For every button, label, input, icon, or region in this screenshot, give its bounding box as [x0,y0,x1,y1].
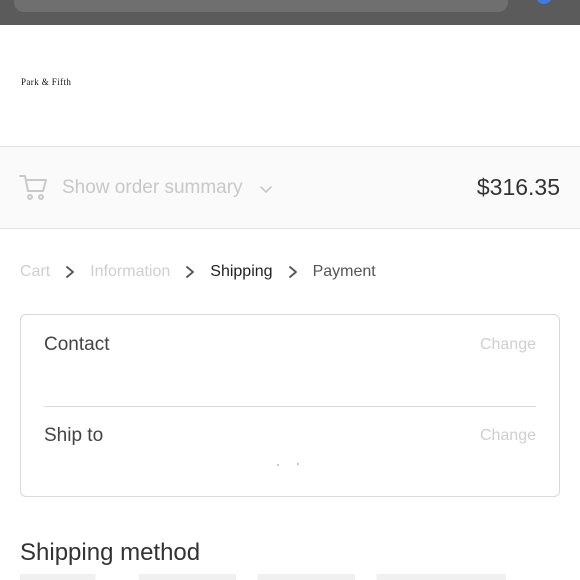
store-logo[interactable]: Park & Fifth [21,77,71,87]
contact-label: Contact [44,334,110,355]
browser-toolbar [0,0,580,25]
redacted-address-mark [277,464,279,466]
review-divider [44,406,536,407]
cut-off-content [20,574,560,580]
contact-change-link[interactable]: Change [480,336,536,354]
checkout-breadcrumb: Cart Information Shipping Payment [20,262,376,282]
review-block: Contact Change Ship to Change [20,314,560,497]
chevron-right-icon [186,266,195,278]
chevron-right-icon [66,266,75,278]
chevron-down-icon [260,186,272,193]
order-summary-toggle[interactable]: Show order summary $316.35 [0,146,580,229]
ship-to-label: Ship to [44,425,104,446]
shipping-method-heading: Shipping method [20,539,201,566]
show-order-summary-label[interactable]: Show order summary [62,177,243,199]
redacted-address-mark [297,463,299,465]
order-total: $316.35 [476,174,560,200]
breadcrumb-shipping: Shipping [210,263,273,280]
chevron-right-icon [288,266,297,278]
breadcrumb-cart[interactable]: Cart [20,263,50,281]
breadcrumb-payment: Payment [312,263,376,280]
store-header: Park & Fifth [0,25,580,146]
browser-status-icon [536,0,552,4]
cart-icon [19,175,47,200]
ship-to-change-link[interactable]: Change [480,427,536,445]
breadcrumb-information[interactable]: Information [90,263,170,281]
address-bar[interactable] [14,0,508,12]
